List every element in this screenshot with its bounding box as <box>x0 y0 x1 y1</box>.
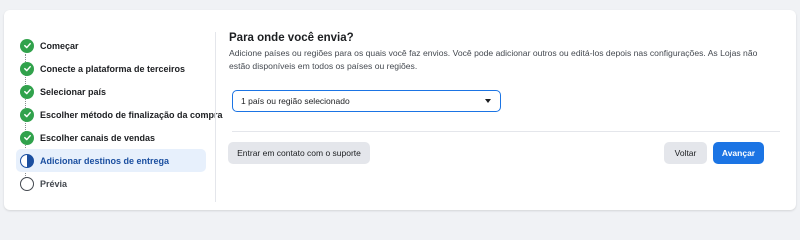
check-circle-icon <box>20 107 34 122</box>
step-previa[interactable]: Prévia <box>16 172 212 195</box>
step-label: Conecte a plataforma de terceiros <box>40 63 186 74</box>
page-description: Adicione países ou regiões para os quais… <box>229 48 758 71</box>
step-label: Selecionar país <box>40 86 107 97</box>
contact-support-button[interactable]: Entrar em contato com o suporte <box>228 142 370 164</box>
half-circle-icon <box>20 153 34 168</box>
empty-circle-icon <box>20 176 34 191</box>
step-label: Começar <box>40 40 79 51</box>
dropdown-value: 1 país ou região selecionado <box>241 96 350 106</box>
page-title: Para onde você envia? <box>229 32 354 44</box>
back-button[interactable]: Voltar <box>664 142 707 164</box>
next-button[interactable]: Avançar <box>713 142 764 164</box>
setup-card: Começar Conecte a plataforma de terceiro… <box>4 10 796 210</box>
step-label: Escolher método de finalização da compra <box>40 109 223 120</box>
step-label: Adicionar destinos de entrega <box>40 155 170 166</box>
main-panel: Para onde você envia? Adicione países ou… <box>229 32 779 112</box>
check-circle-icon <box>20 130 34 145</box>
step-label: Prévia <box>40 178 68 189</box>
check-circle-icon <box>20 61 34 76</box>
step-finalizacao-compra[interactable]: Escolher método de finalização da compra <box>16 103 223 126</box>
step-comecar[interactable]: Começar <box>16 34 212 57</box>
vertical-divider <box>215 32 216 202</box>
step-selecionar-pais[interactable]: Selecionar país <box>16 80 212 103</box>
step-destinos-entrega[interactable]: Adicionar destinos de entrega <box>16 149 206 172</box>
countries-dropdown[interactable]: 1 país ou região selecionado <box>232 90 501 112</box>
horizontal-divider <box>232 131 780 132</box>
caret-down-icon <box>485 99 491 103</box>
steps-list: Começar Conecte a plataforma de terceiro… <box>16 34 223 195</box>
step-label: Escolher canais de vendas <box>40 132 156 143</box>
check-circle-icon <box>20 84 34 99</box>
check-circle-icon <box>20 38 34 53</box>
step-canais-vendas[interactable]: Escolher canais de vendas <box>16 126 212 149</box>
step-conecte-plataforma[interactable]: Conecte a plataforma de terceiros <box>16 57 212 80</box>
